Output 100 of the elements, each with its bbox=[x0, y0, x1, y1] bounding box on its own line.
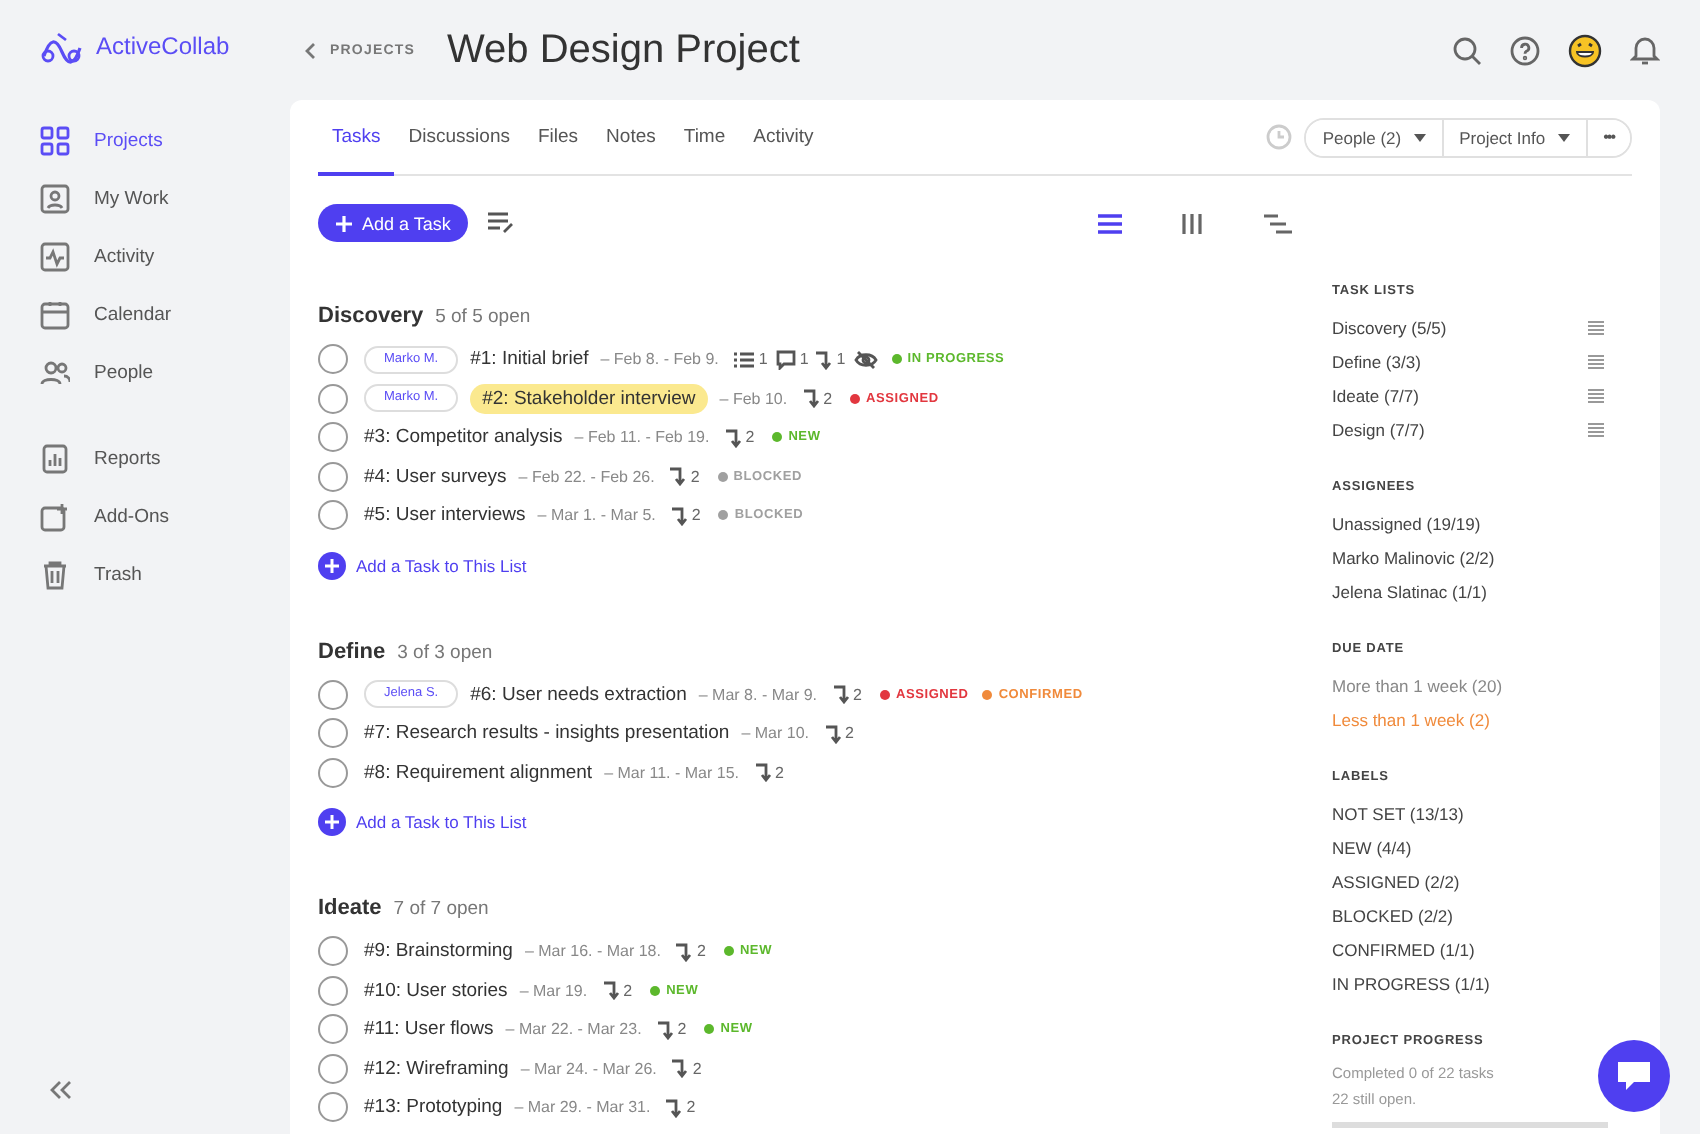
subtask-icon bbox=[833, 684, 849, 705]
count-label: 2 bbox=[745, 428, 755, 447]
list-count: 7 of 7 open bbox=[393, 898, 489, 920]
task-dates: – Feb 22. - Feb 26. bbox=[518, 467, 655, 486]
filter-item[interactable]: NEW (4/4) bbox=[1332, 837, 1412, 857]
subtask-icon bbox=[725, 427, 742, 448]
plus-circle-icon bbox=[318, 808, 346, 836]
task-title[interactable]: #1: Initial brief bbox=[470, 348, 589, 371]
list-title: Define bbox=[318, 639, 386, 663]
sidebar-item[interactable]: Trash bbox=[40, 546, 290, 604]
drag-handle-icon bbox=[1588, 421, 1604, 437]
task-dates: – Mar 29. - Mar 31. bbox=[514, 1098, 651, 1117]
logo-icon bbox=[40, 28, 84, 64]
tab[interactable]: Discussions bbox=[394, 100, 524, 176]
add-task-link[interactable]: Add a Task to This List bbox=[318, 551, 1332, 579]
filter-item[interactable]: Design (7/7) bbox=[1332, 419, 1425, 439]
task-checkbox[interactable] bbox=[318, 1092, 348, 1123]
sidebar-item[interactable]: Reports bbox=[40, 430, 290, 488]
task-checkbox[interactable] bbox=[318, 975, 348, 1006]
task-checkbox[interactable] bbox=[318, 344, 348, 375]
task-checkbox[interactable] bbox=[318, 1014, 348, 1045]
subtask-icon bbox=[603, 980, 620, 1001]
chat-icon bbox=[1616, 1060, 1652, 1092]
task-title[interactable]: #9: Brainstorming bbox=[364, 940, 513, 963]
task-checkbox[interactable] bbox=[318, 936, 348, 967]
task-title[interactable]: #10: User stories bbox=[364, 979, 508, 1002]
filter-item[interactable]: IN PROGRESS (1/1) bbox=[1332, 973, 1490, 993]
filter-item[interactable]: NOT SET (13/13) bbox=[1332, 803, 1464, 823]
page-title: Web Design Project bbox=[447, 27, 802, 73]
task-title[interactable]: #11: User flows bbox=[364, 1018, 494, 1041]
filter-item[interactable]: Marko Malinovic (2/2) bbox=[1332, 547, 1495, 567]
filter-item[interactable]: Discovery (5/5) bbox=[1332, 317, 1447, 337]
tab[interactable]: Notes bbox=[592, 100, 670, 176]
filter-item[interactable]: More than 1 week (20) bbox=[1332, 675, 1503, 695]
task-title[interactable]: #6: User needs extraction bbox=[470, 683, 687, 706]
sidebar-item[interactable]: Calendar bbox=[40, 286, 290, 344]
filter-item[interactable]: Ideate (7/7) bbox=[1332, 385, 1419, 405]
plus-circle-icon bbox=[318, 551, 346, 579]
pulse-icon bbox=[40, 242, 70, 272]
filter-item[interactable]: Unassigned (19/19) bbox=[1332, 513, 1481, 533]
task-dates: – Mar 22. - Mar 23. bbox=[505, 1020, 642, 1039]
task-checkbox[interactable] bbox=[318, 383, 348, 414]
sidebar-item[interactable]: Projects bbox=[40, 112, 290, 170]
task-dates: – Mar 8. - Mar 9. bbox=[698, 685, 817, 704]
tab[interactable]: Time bbox=[669, 100, 740, 176]
clock-icon bbox=[1266, 124, 1293, 150]
task-title[interactable]: #7: Research results - insights presentation bbox=[364, 722, 730, 745]
sidebar-item[interactable]: My Work bbox=[40, 170, 290, 228]
count-label: 2 bbox=[853, 685, 862, 704]
task-title[interactable]: #3: Competitor analysis bbox=[364, 426, 563, 449]
add-on-icon bbox=[40, 502, 70, 532]
task-title[interactable]: #4: User surveys bbox=[364, 465, 507, 488]
add-task-link[interactable]: Add a Task to This List bbox=[318, 808, 1332, 836]
subtask-icon bbox=[816, 349, 833, 370]
count-label: 2 bbox=[692, 1059, 702, 1078]
subtask-icon bbox=[657, 1019, 674, 1040]
task-checkbox[interactable] bbox=[318, 500, 348, 531]
sidebar-item[interactable]: Add-Ons bbox=[40, 488, 290, 546]
count-label: 2 bbox=[677, 1020, 687, 1039]
task-dates: – Feb 8. - Feb 9. bbox=[600, 350, 719, 369]
filter-item[interactable]: CONFIRMED (1/1) bbox=[1332, 939, 1475, 959]
task-title[interactable]: #13: Prototyping bbox=[364, 1096, 503, 1119]
dropdown-button[interactable]: People (2) bbox=[1306, 119, 1444, 155]
task-dates: – Mar 11. - Mar 15. bbox=[604, 763, 740, 782]
task-checkbox[interactable] bbox=[318, 718, 348, 749]
task-checkbox[interactable] bbox=[318, 679, 348, 710]
task-checkbox[interactable] bbox=[318, 461, 348, 492]
count-label: 2 bbox=[691, 506, 701, 525]
task-dates: – Mar 1. - Mar 5. bbox=[537, 506, 656, 525]
task-checkbox[interactable] bbox=[318, 757, 348, 788]
tab[interactable]: Files bbox=[523, 100, 593, 176]
task-title[interactable]: #5: User interviews bbox=[364, 504, 526, 527]
task-title[interactable]: #12: Wireframing bbox=[364, 1057, 509, 1080]
sidebar-item[interactable]: People bbox=[40, 344, 290, 402]
task-title[interactable]: #2: Stakeholder interview bbox=[470, 383, 708, 414]
calendar-icon bbox=[40, 300, 70, 330]
tab[interactable]: Tasks bbox=[318, 100, 395, 176]
eye-slash-icon bbox=[853, 349, 878, 370]
smiley-avatar-icon bbox=[1568, 33, 1602, 67]
filter-item[interactable]: Jelena Slatinac (1/1) bbox=[1332, 581, 1487, 601]
subtask-icon bbox=[803, 388, 820, 409]
task-checkbox[interactable] bbox=[318, 1053, 348, 1084]
columns-view-icon[interactable] bbox=[1180, 211, 1208, 235]
task-title[interactable]: #8: Requirement alignment bbox=[364, 761, 593, 784]
filter-item[interactable]: Define (3/3) bbox=[1332, 351, 1421, 371]
list-view-icon[interactable] bbox=[1096, 211, 1124, 235]
sidebar-item[interactable]: Activity bbox=[40, 228, 290, 286]
task-checkbox[interactable] bbox=[318, 422, 348, 453]
filter-item[interactable]: ASSIGNED (2/2) bbox=[1332, 871, 1460, 891]
subtask-icon bbox=[671, 505, 688, 526]
count-label: 2 bbox=[686, 1098, 696, 1117]
plus-icon bbox=[336, 215, 352, 231]
timeline-view-icon[interactable] bbox=[1264, 211, 1292, 235]
add-task-button[interactable]: Add a Task bbox=[318, 204, 469, 242]
tab[interactable]: Activity bbox=[739, 100, 828, 176]
filter-item[interactable]: BLOCKED (2/2) bbox=[1332, 905, 1453, 925]
drag-handle-icon bbox=[1588, 353, 1604, 369]
count-label: 2 bbox=[823, 389, 833, 408]
task-dates: – Feb 11. - Feb 19. bbox=[574, 428, 710, 447]
task-dates: – Mar 24. - Mar 26. bbox=[520, 1059, 657, 1078]
